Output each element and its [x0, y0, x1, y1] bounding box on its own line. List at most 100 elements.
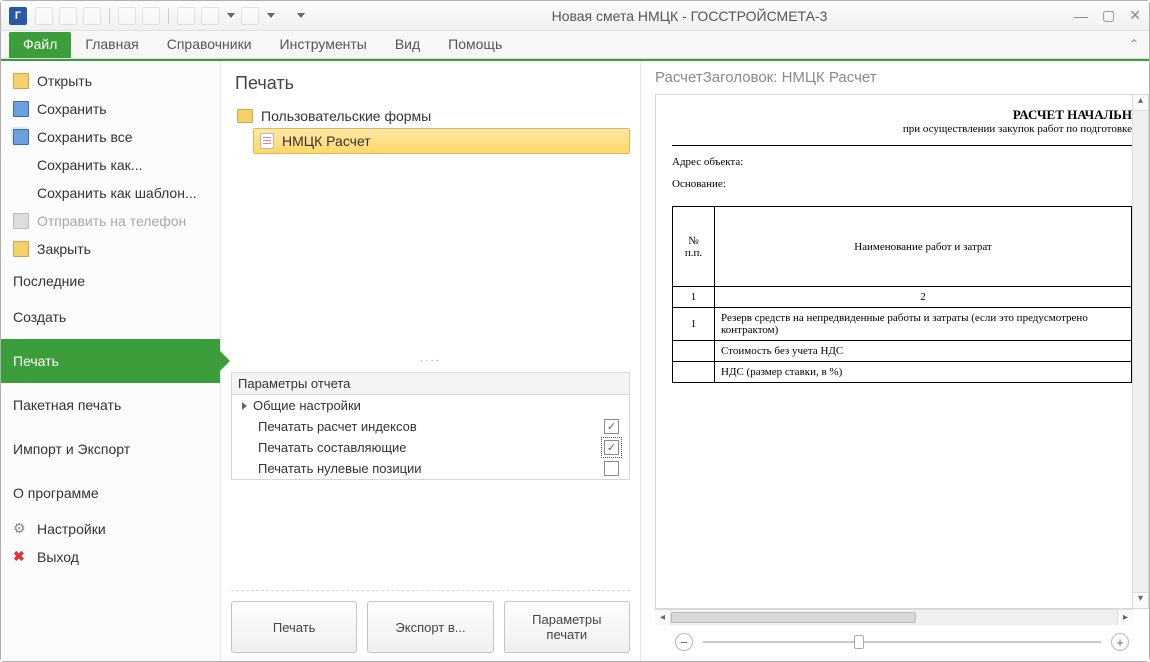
minimize-button[interactable]: — — [1074, 8, 1088, 24]
menu-save-as-template[interactable]: Сохранить как шаблон... — [1, 179, 220, 207]
menu-send-phone-label: Отправить на телефон — [37, 213, 186, 229]
col-name: Наименование работ и затрат — [715, 207, 1132, 287]
params-header: Параметры отчета — [232, 373, 629, 395]
print-heading: Печать — [235, 73, 630, 94]
row2-text: Стоимость без учета НДС — [715, 341, 1132, 362]
exit-icon — [13, 549, 29, 565]
export-button[interactable]: Экспорт в... — [367, 601, 493, 653]
zoom-out-button[interactable]: − — [675, 633, 693, 651]
app-icon: Г — [9, 7, 27, 25]
row1-text: Резерв средств на непредвиденные работы … — [715, 308, 1132, 341]
qat-cut-icon[interactable] — [177, 7, 195, 25]
tab-tools[interactable]: Инструменты — [266, 32, 381, 58]
qat-preview-icon[interactable] — [142, 7, 160, 25]
preview-document: РАСЧЕТ НАЧАЛЬН при осуществлении закупок… — [656, 95, 1148, 608]
scroll-down-icon[interactable]: ▾ — [1133, 592, 1148, 608]
tab-file[interactable]: Файл — [9, 32, 71, 58]
menu-save-all-label: Сохранить все — [37, 129, 133, 145]
menu-exit-label: Выход — [37, 549, 79, 565]
gear-icon — [13, 521, 29, 537]
splitter[interactable]: ···· — [231, 355, 630, 366]
h-scroll-track[interactable] — [671, 610, 1117, 625]
close-button[interactable]: ✕ — [1129, 7, 1141, 24]
scroll-right-icon[interactable]: ▸ — [1117, 610, 1133, 625]
menu-open-label: Открыть — [37, 73, 92, 89]
menu-open[interactable]: Открыть — [1, 67, 220, 95]
menu-save-label: Сохранить — [37, 101, 107, 117]
params-group-label: Общие настройки — [253, 398, 619, 413]
doc-subheading: при осуществлении закупок работ по подго… — [672, 123, 1132, 135]
folder-icon — [237, 109, 253, 123]
menu-import-export[interactable]: Импорт и Экспорт — [1, 427, 220, 471]
qat-save-icon[interactable] — [83, 7, 101, 25]
preview-pane: РасчетЗаголовок: НМЦК Расчет РАСЧЕТ НАЧА… — [641, 61, 1149, 661]
colnum-1: 1 — [673, 287, 715, 308]
row2-num — [673, 341, 715, 362]
menu-settings-label: Настройки — [37, 521, 106, 537]
zoom-in-button[interactable]: + — [1111, 633, 1129, 651]
maximize-button[interactable]: ▢ — [1102, 7, 1115, 24]
page-setup-button[interactable]: Параметры печати — [504, 601, 630, 653]
print-button[interactable]: Печать — [231, 601, 357, 653]
menu-exit[interactable]: Выход — [1, 543, 220, 571]
tree-item-nmck-raschet[interactable]: НМЦК Расчет — [253, 128, 630, 154]
preview-vertical-scrollbar[interactable]: ▴ ▾ — [1132, 95, 1148, 608]
params-group-general[interactable]: Общие настройки — [232, 395, 629, 416]
menu-batch-print[interactable]: Пакетная печать — [1, 383, 220, 427]
menu-about[interactable]: О программе — [1, 471, 220, 515]
tab-view[interactable]: Вид — [381, 32, 434, 58]
ribbon-collapse-icon[interactable]: ⌃ — [1129, 37, 1139, 51]
param-print-index-calc[interactable]: Печатать расчет индексов ✓ — [232, 416, 629, 437]
menu-save-as-label: Сохранить как... — [37, 157, 142, 173]
forms-tree: Пользовательские формы НМЦК Расчет — [231, 104, 630, 154]
param-print-components[interactable]: Печатать составляющие ✓ — [232, 437, 629, 458]
preview-horizontal-scrollbar[interactable]: ◂ ▸ — [655, 609, 1133, 625]
expander-icon — [242, 402, 247, 410]
ribbon-tabs: Файл Главная Справочники Инструменты Вид… — [1, 31, 1149, 59]
menu-create[interactable]: Создать — [1, 295, 220, 339]
zoom-slider-handle[interactable] — [854, 635, 864, 649]
zoom-bar: − + — [655, 625, 1149, 655]
print-center-pane: Печать Пользовательские формы НМЦК Расче… — [221, 61, 641, 661]
menu-save[interactable]: Сохранить — [1, 95, 220, 123]
qat-customize-icon[interactable] — [297, 13, 305, 18]
menu-recent[interactable]: Последние — [1, 263, 220, 295]
col-number: № п.п. — [673, 207, 715, 287]
phone-icon — [13, 213, 29, 229]
param-print-zero-positions[interactable]: Печатать нулевые позиции — [232, 458, 629, 479]
param1-checkbox[interactable]: ✓ — [604, 419, 619, 434]
param2-checkbox[interactable]: ✓ — [604, 440, 619, 455]
scroll-up-icon[interactable]: ▴ — [1133, 95, 1148, 111]
scroll-left-icon[interactable]: ◂ — [655, 610, 671, 625]
menu-close[interactable]: Закрыть — [1, 235, 220, 263]
menu-print[interactable]: Печать — [1, 339, 220, 383]
doc-table: № п.п. Наименование работ и затрат 1 2 1… — [672, 206, 1132, 383]
tab-help[interactable]: Помощь — [434, 32, 516, 58]
qat-print-icon[interactable] — [118, 7, 136, 25]
tab-directories[interactable]: Справочники — [153, 32, 266, 58]
h-scroll-thumb[interactable] — [671, 612, 916, 623]
file-menu: Открыть Сохранить Сохранить все Сохранит… — [1, 61, 221, 661]
param2-label: Печатать составляющие — [258, 440, 604, 455]
tree-root-label: Пользовательские формы — [261, 108, 431, 124]
doc-address-label: Адрес объекта: — [672, 156, 1132, 168]
menu-settings[interactable]: Настройки — [1, 515, 220, 543]
menu-save-all[interactable]: Сохранить все — [1, 123, 220, 151]
qat-open-icon[interactable] — [59, 7, 77, 25]
menu-save-as-template-label: Сохранить как шаблон... — [37, 185, 197, 201]
tree-root-user-forms[interactable]: Пользовательские формы — [231, 104, 630, 128]
tab-home[interactable]: Главная — [71, 32, 152, 58]
qat-redo-dropdown-icon[interactable] — [267, 13, 275, 18]
qat-redo-icon[interactable] — [241, 7, 259, 25]
param3-checkbox[interactable] — [604, 461, 619, 476]
menu-save-as[interactable]: Сохранить как... — [1, 151, 220, 179]
qat-new-icon[interactable] — [35, 7, 53, 25]
report-params-panel: Параметры отчета Общие настройки Печатат… — [231, 372, 630, 480]
zoom-slider[interactable] — [703, 641, 1101, 643]
qat-undo-dropdown-icon[interactable] — [227, 13, 235, 18]
preview-viewport: РАСЧЕТ НАЧАЛЬН при осуществлении закупок… — [655, 94, 1149, 609]
param3-label: Печатать нулевые позиции — [258, 461, 604, 476]
qat-undo-icon[interactable] — [201, 7, 219, 25]
menu-close-label: Закрыть — [37, 241, 91, 257]
document-icon — [260, 133, 274, 149]
